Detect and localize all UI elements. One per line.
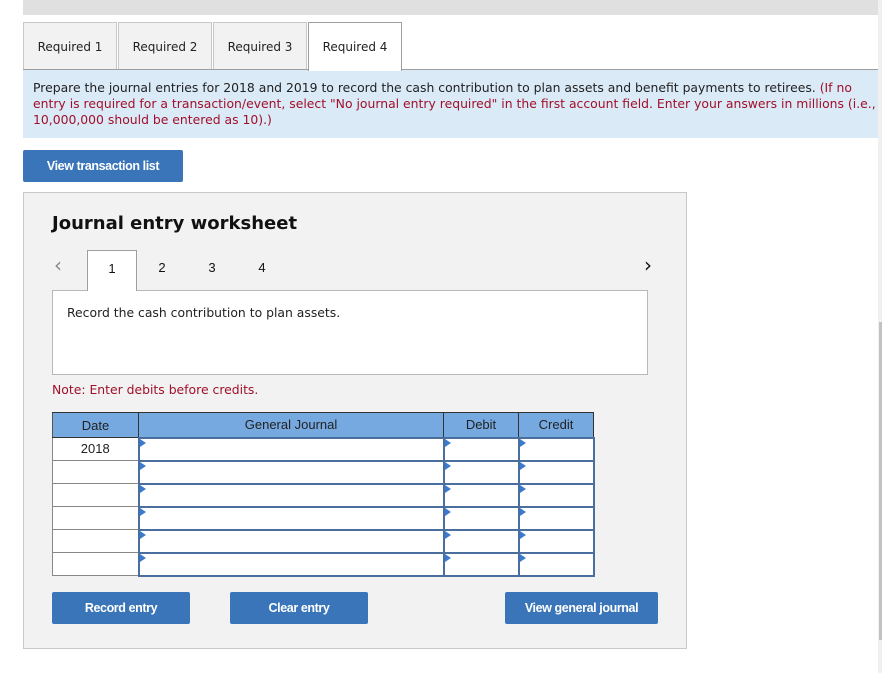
worksheet-tab-4[interactable]: 4 [237, 250, 287, 290]
account-field[interactable] [137, 551, 445, 577]
date-cell [52, 529, 139, 553]
debit-field[interactable] [442, 551, 520, 577]
table-row: 2018 [52, 436, 595, 462]
instructions-note-line3: 10,000,000 should be entered as 10).) [33, 112, 272, 127]
header-credit: Credit [518, 412, 594, 438]
entry-note: Note: Enter debits before credits. [52, 382, 259, 397]
record-entry-button[interactable]: Record entry [52, 592, 190, 624]
journal-header-row: Date General Journal Debit Credit [52, 412, 594, 438]
header-debit: Debit [443, 412, 519, 438]
worksheet-tab-3[interactable]: 3 [187, 250, 237, 290]
transaction-description: Record the cash contribution to plan ass… [52, 290, 648, 375]
credit-field[interactable] [517, 505, 595, 531]
debit-field[interactable] [442, 505, 520, 531]
top-bar [23, 0, 878, 15]
credit-field[interactable] [517, 436, 595, 462]
account-field[interactable] [137, 436, 445, 462]
journal-table: Date General Journal Debit Credit 2018 [52, 412, 595, 577]
debit-field[interactable] [442, 436, 520, 462]
credit-field[interactable] [517, 528, 595, 554]
account-field[interactable] [137, 459, 445, 485]
chevron-left-icon[interactable]: ‹ [54, 253, 62, 277]
instructions-text: Prepare the journal entries for 2018 and… [33, 80, 820, 95]
tab-required-4[interactable]: Required 4 [308, 22, 402, 71]
date-cell: 2018 [52, 437, 139, 461]
view-general-journal-button[interactable]: View general journal [505, 592, 658, 624]
tab-required-1[interactable]: Required 1 [23, 22, 117, 70]
date-cell [52, 460, 139, 484]
credit-field[interactable] [517, 551, 595, 577]
journal-entry-worksheet: Journal entry worksheet ‹ 1 2 3 4 › Reco… [23, 192, 687, 649]
table-row [52, 482, 595, 508]
date-cell [52, 506, 139, 530]
worksheet-tab-1[interactable]: 1 [87, 250, 137, 291]
chevron-right-icon[interactable]: › [644, 253, 652, 277]
worksheet-title: Journal entry worksheet [52, 213, 298, 234]
table-row [52, 459, 595, 485]
tab-required-2[interactable]: Required 2 [118, 22, 212, 70]
required-tabs: Required 1 Required 2 Required 3 Require… [23, 22, 403, 71]
account-field[interactable] [137, 528, 445, 554]
instructions-note-line2: entry is required for a transaction/even… [33, 96, 876, 111]
credit-field[interactable] [517, 459, 595, 485]
table-row [52, 528, 595, 554]
instructions-note-start: (If no [819, 80, 852, 95]
account-field[interactable] [137, 482, 445, 508]
debit-field[interactable] [442, 528, 520, 554]
debit-field[interactable] [442, 459, 520, 485]
debit-field[interactable] [442, 482, 520, 508]
header-date: Date [52, 412, 139, 438]
instructions-panel: Prepare the journal entries for 2018 and… [23, 70, 878, 138]
worksheet-tabs: 1 2 3 4 [87, 250, 287, 291]
header-general-journal: General Journal [138, 412, 444, 438]
table-row [52, 551, 595, 577]
tab-required-3[interactable]: Required 3 [213, 22, 307, 70]
date-cell [52, 552, 139, 576]
view-transaction-list-button[interactable]: View transaction list [23, 150, 183, 182]
worksheet-tab-2[interactable]: 2 [137, 250, 187, 290]
table-row [52, 505, 595, 531]
clear-entry-button[interactable]: Clear entry [230, 592, 368, 624]
date-cell [52, 483, 139, 507]
account-field[interactable] [137, 505, 445, 531]
credit-field[interactable] [517, 482, 595, 508]
